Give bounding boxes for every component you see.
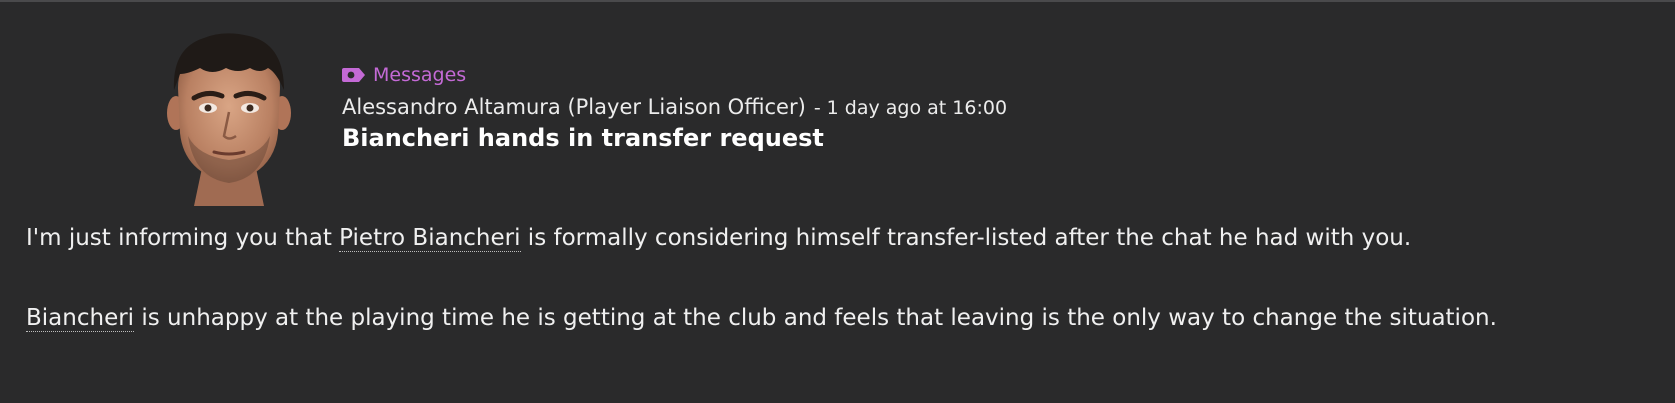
message-paragraph-2: Biancheri is unhappy at the playing time…	[26, 305, 1646, 332]
sender-name[interactable]: Alessandro Altamura (Player Liaison Offi…	[342, 95, 806, 119]
category-label: Messages	[373, 64, 467, 86]
paragraph-1-before: I'm just informing you that	[26, 225, 340, 251]
sender-separator: -	[813, 97, 821, 119]
player-link-biancheri[interactable]: Biancheri	[26, 305, 135, 332]
paragraph-2-after: is unhappy at the playing time he is get…	[134, 305, 1497, 331]
message-paragraph-1: I'm just informing you that Pietro Bianc…	[26, 225, 1646, 252]
player-link-pietro-biancheri[interactable]: Pietro Biancheri	[339, 225, 521, 252]
paragraph-1-after: is formally considering himself transfer…	[520, 225, 1412, 251]
sender-avatar	[164, 28, 294, 208]
message-timestamp: 1 day ago at 16:00	[826, 97, 1008, 119]
message-category[interactable]: Messages	[342, 62, 1007, 88]
message-tag-icon	[342, 67, 366, 83]
top-divider	[0, 0, 1675, 2]
sender-line: Alessandro Altamura (Player Liaison Offi…	[342, 92, 1007, 122]
message-subject: Biancheri hands in transfer request	[342, 124, 824, 152]
message-header: Messages Alessandro Altamura (Player Lia…	[342, 62, 1007, 152]
